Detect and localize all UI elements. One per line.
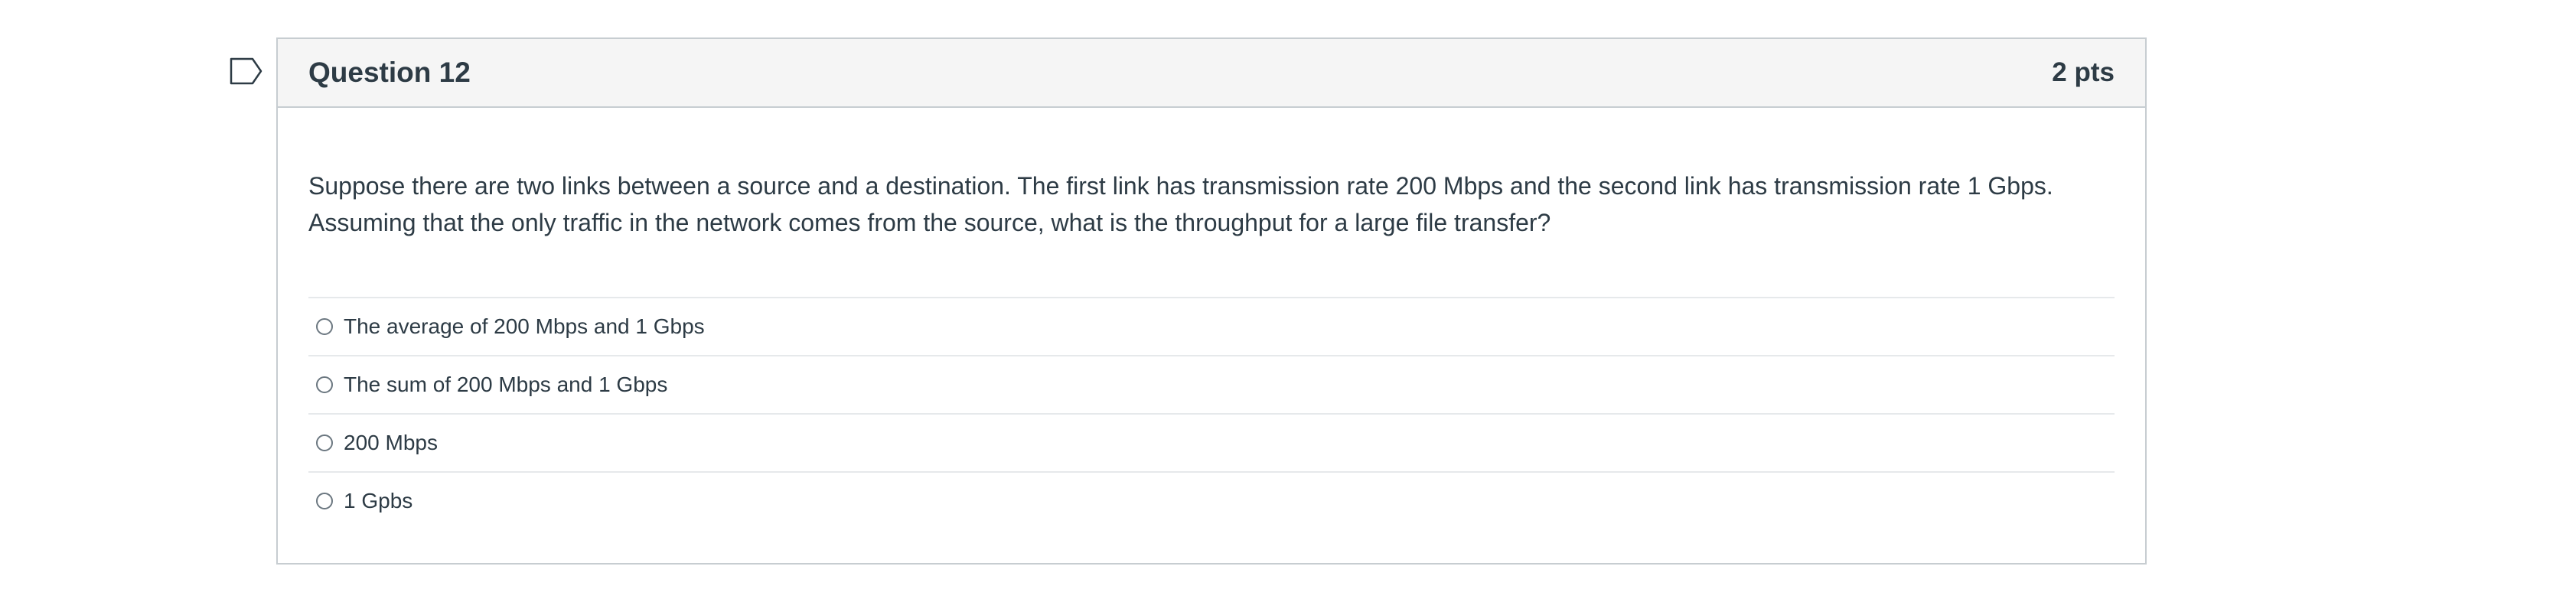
radio-button[interactable] bbox=[316, 434, 333, 451]
radio-button[interactable] bbox=[316, 318, 333, 335]
question-points: 2 pts bbox=[2052, 57, 2115, 87]
answer-label: 200 Mbps bbox=[344, 431, 438, 454]
question-card: Question 12 2 pts Suppose there are two … bbox=[276, 37, 2147, 565]
question-title: Question 12 bbox=[308, 57, 471, 88]
answer-label: The average of 200 Mbps and 1 Gbps bbox=[344, 314, 705, 338]
answer-option[interactable]: 1 Gpbs bbox=[308, 471, 2115, 529]
answer-label: 1 Gpbs bbox=[344, 489, 413, 513]
answer-option[interactable]: The sum of 200 Mbps and 1 Gbps bbox=[308, 355, 2115, 413]
flag-question-icon[interactable] bbox=[230, 57, 263, 85]
radio-button[interactable] bbox=[316, 493, 333, 509]
answer-option[interactable]: 200 Mbps bbox=[308, 413, 2115, 471]
question-header: Question 12 2 pts bbox=[278, 39, 2145, 108]
answer-list: The average of 200 Mbps and 1 Gbps The s… bbox=[308, 297, 2115, 529]
answer-label: The sum of 200 Mbps and 1 Gbps bbox=[344, 373, 668, 396]
question-body: Suppose there are two links between a so… bbox=[278, 108, 2145, 529]
radio-button[interactable] bbox=[316, 376, 333, 393]
answer-option[interactable]: The average of 200 Mbps and 1 Gbps bbox=[308, 297, 2115, 355]
question-text: Suppose there are two links between a so… bbox=[308, 172, 2053, 236]
